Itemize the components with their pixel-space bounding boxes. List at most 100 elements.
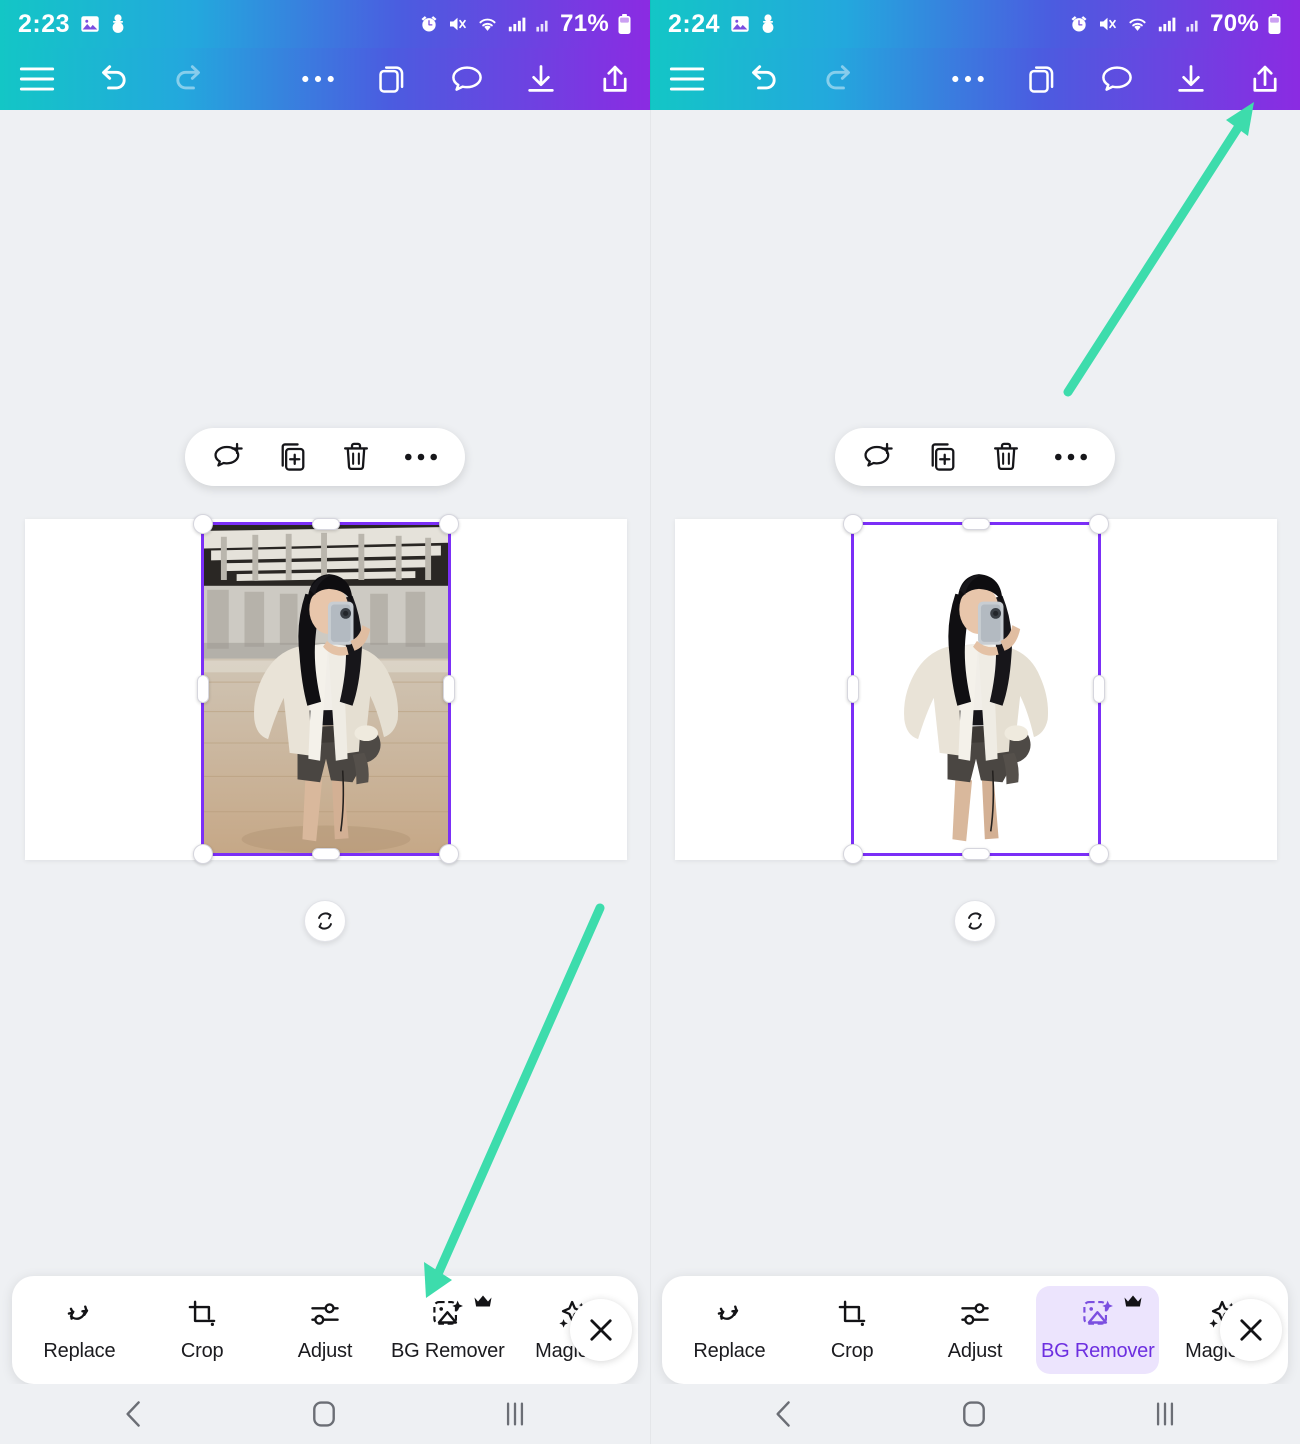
tool-crop[interactable]: Crop	[791, 1286, 914, 1374]
work-surface: Replace Crop Adjust BG Remover Magic S	[650, 110, 1300, 1444]
add-comment-icon[interactable]	[211, 441, 245, 473]
more-icon[interactable]	[300, 72, 336, 86]
bg-remover-icon	[431, 1297, 465, 1331]
adjust-icon	[309, 1297, 341, 1331]
tool-label: Adjust	[297, 1340, 353, 1362]
panel-divider	[650, 0, 651, 1444]
download-icon[interactable]	[1174, 62, 1208, 96]
delete-icon[interactable]	[991, 441, 1021, 473]
selected-image-frame[interactable]	[843, 514, 1109, 864]
resize-handle-bottom[interactable]	[962, 848, 990, 860]
resize-handle-top-left[interactable]	[843, 514, 863, 534]
back-icon[interactable]	[121, 1399, 147, 1429]
resize-handle-left[interactable]	[197, 675, 209, 703]
tool-label: BG Remover	[390, 1340, 505, 1362]
mute-icon	[1097, 14, 1118, 34]
crop-icon	[837, 1297, 867, 1331]
status-bar-right: 70%	[1069, 10, 1282, 38]
add-comment-icon[interactable]	[861, 441, 895, 473]
battery-percent: 70%	[1210, 10, 1259, 37]
adjust-icon	[959, 1297, 991, 1331]
resize-handle-bottom-left[interactable]	[193, 844, 213, 864]
resize-handle-bottom[interactable]	[312, 848, 340, 860]
signal-icon	[507, 14, 527, 34]
redo-icon[interactable]	[170, 63, 208, 95]
resize-handle-right[interactable]	[443, 675, 455, 703]
pages-icon[interactable]	[376, 62, 410, 96]
resize-handle-bottom-left[interactable]	[843, 844, 863, 864]
tool-label: Crop	[180, 1340, 224, 1362]
recents-icon[interactable]	[1151, 1399, 1179, 1429]
duplicate-icon[interactable]	[277, 441, 309, 473]
battery-icon	[617, 13, 632, 35]
undo-icon[interactable]	[94, 63, 132, 95]
menu-icon[interactable]	[668, 64, 706, 94]
alarm-icon	[419, 14, 439, 34]
more-options-icon[interactable]	[403, 450, 439, 464]
snowman-icon	[110, 13, 126, 35]
back-icon[interactable]	[771, 1399, 797, 1429]
more-icon[interactable]	[950, 72, 986, 86]
android-nav-bar	[650, 1384, 1300, 1444]
tool-replace[interactable]: Replace	[668, 1286, 791, 1374]
home-icon[interactable]	[309, 1398, 339, 1430]
resize-handle-left[interactable]	[847, 675, 859, 703]
wifi-icon	[1126, 14, 1149, 34]
resize-handle-top-right[interactable]	[1089, 514, 1109, 534]
panel-before: 2:23 71% Replace Crop Adjust BG Remover …	[0, 0, 650, 1444]
share-icon[interactable]	[598, 62, 632, 96]
design-canvas[interactable]	[675, 514, 1277, 864]
duplicate-icon[interactable]	[927, 441, 959, 473]
signal-2-icon	[1185, 14, 1202, 34]
status-bar-right: 71%	[419, 10, 632, 38]
element-action-bar	[185, 428, 465, 486]
recents-icon[interactable]	[501, 1399, 529, 1429]
tool-label: Replace	[693, 1340, 766, 1362]
pages-icon[interactable]	[1026, 62, 1060, 96]
replace-icon	[63, 1297, 95, 1331]
resize-handle-bottom-right[interactable]	[439, 844, 459, 864]
close-toolbar-button[interactable]	[1220, 1299, 1282, 1361]
comment-icon[interactable]	[1100, 63, 1134, 95]
design-canvas[interactable]	[25, 514, 627, 864]
rotate-handle[interactable]	[954, 900, 996, 942]
panel-after: 2:24 70% Replace Crop Adjust BG Remover …	[650, 0, 1300, 1444]
menu-icon[interactable]	[18, 64, 56, 94]
snowman-icon	[760, 13, 776, 35]
tool-crop[interactable]: Crop	[141, 1286, 264, 1374]
delete-icon[interactable]	[341, 441, 371, 473]
android-nav-bar	[0, 1384, 650, 1444]
battery-icon	[1267, 13, 1282, 35]
tool-label: BG Remover	[1040, 1340, 1155, 1362]
tool-bg-remover[interactable]: BG Remover	[1036, 1286, 1160, 1374]
undo-icon[interactable]	[744, 63, 782, 95]
crop-icon	[187, 1297, 217, 1331]
status-bar-left: 2:24	[668, 10, 776, 39]
selected-image-frame[interactable]	[193, 514, 459, 864]
alarm-icon	[1069, 14, 1089, 34]
resize-handle-top-left[interactable]	[193, 514, 213, 534]
app-toolbar	[0, 48, 650, 110]
status-time: 2:23	[18, 9, 71, 38]
premium-crown-icon	[473, 1294, 493, 1309]
tool-adjust[interactable]: Adjust	[914, 1286, 1037, 1374]
resize-handle-right[interactable]	[1093, 675, 1105, 703]
work-surface: Replace Crop Adjust BG Remover Magic S	[0, 110, 650, 1444]
share-icon[interactable]	[1248, 62, 1282, 96]
resize-handle-top[interactable]	[962, 518, 990, 530]
photo-icon	[729, 13, 751, 35]
resize-handle-top-right[interactable]	[439, 514, 459, 534]
tool-adjust[interactable]: Adjust	[264, 1286, 387, 1374]
home-icon[interactable]	[959, 1398, 989, 1430]
tool-bg-remover[interactable]: BG Remover	[386, 1286, 509, 1374]
resize-handle-top[interactable]	[312, 518, 340, 530]
tool-replace[interactable]: Replace	[18, 1286, 141, 1374]
comment-icon[interactable]	[450, 63, 484, 95]
download-icon[interactable]	[524, 62, 558, 96]
more-options-icon[interactable]	[1053, 450, 1089, 464]
dual-screenshot-comparison: 2:23 71% Replace Crop Adjust BG Remover …	[0, 0, 1300, 1444]
redo-icon[interactable]	[820, 63, 858, 95]
rotate-handle[interactable]	[304, 900, 346, 942]
resize-handle-bottom-right[interactable]	[1089, 844, 1109, 864]
close-toolbar-button[interactable]	[570, 1299, 632, 1361]
